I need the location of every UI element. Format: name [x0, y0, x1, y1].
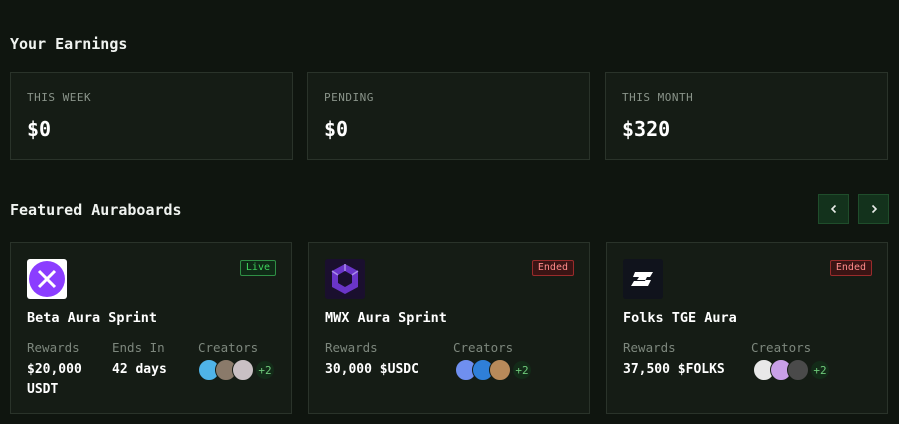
ends-in-label: Ends In — [112, 340, 165, 355]
creators-avatars[interactable]: +2 — [753, 359, 829, 381]
status-badge: Ended — [829, 260, 872, 276]
creators-label: Creators — [198, 340, 259, 355]
avatar — [489, 359, 511, 381]
carousel-prev-button[interactable] — [818, 194, 849, 224]
earnings-title: Your Earnings — [10, 35, 128, 53]
creators-label: Creators — [453, 340, 514, 355]
creators-avatars[interactable]: +2 — [198, 359, 274, 381]
auraboard-card-mwx[interactable]: Ended MWX Aura Sprint Rewards 30,000 $US… — [308, 242, 590, 414]
status-badge: Ended — [531, 260, 574, 276]
board-title: MWX Aura Sprint — [325, 310, 447, 326]
rewards-value: 37,500 $FOLKS — [623, 362, 725, 377]
creators-avatars[interactable]: +2 — [455, 359, 531, 381]
beta-logo-icon — [27, 259, 67, 299]
mwx-logo-icon — [325, 259, 365, 299]
rewards-label: Rewards — [27, 340, 80, 355]
status-badge: Live — [239, 260, 276, 276]
earnings-card-pending: PENDING $0 — [307, 72, 590, 160]
chevron-left-icon — [830, 204, 836, 214]
creators-more-count: +2 — [811, 361, 829, 379]
rewards-value: 30,000 $USDC — [325, 362, 419, 377]
earnings-value: $0 — [27, 117, 52, 141]
auraboard-card-beta[interactable]: Live Beta Aura Sprint Rewards $20,000 US… — [10, 242, 292, 414]
earnings-label: THIS MONTH — [622, 91, 694, 104]
avatar — [787, 359, 809, 381]
chevron-right-icon — [871, 204, 877, 214]
rewards-value: $20,000 USDT — [27, 362, 82, 397]
rewards-label: Rewards — [325, 340, 378, 355]
folks-logo-icon — [623, 259, 663, 299]
earnings-value: $0 — [324, 117, 349, 141]
earnings-label: THIS WEEK — [27, 91, 92, 104]
creators-more-count: +2 — [256, 361, 274, 379]
creators-label: Creators — [751, 340, 812, 355]
creators-more-count: +2 — [513, 361, 531, 379]
earnings-card-this-week: THIS WEEK $0 — [10, 72, 293, 160]
avatar — [232, 359, 254, 381]
board-title: Folks TGE Aura — [623, 310, 737, 326]
ends-in-value: 42 days — [112, 362, 167, 377]
board-title: Beta Aura Sprint — [27, 310, 158, 326]
rewards-label: Rewards — [623, 340, 676, 355]
featured-title: Featured Auraboards — [10, 201, 182, 219]
auraboard-card-folks[interactable]: Ended Folks TGE Aura Rewards 37,500 $FOL… — [606, 242, 888, 414]
earnings-value: $320 — [622, 117, 671, 141]
carousel-next-button[interactable] — [858, 194, 889, 224]
earnings-card-this-month: THIS MONTH $320 — [605, 72, 888, 160]
earnings-label: PENDING — [324, 91, 374, 104]
